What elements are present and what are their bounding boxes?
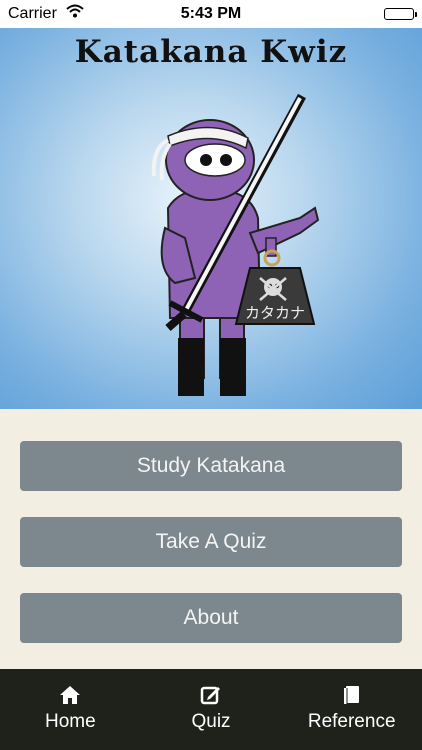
tab-reference-label: Reference [307, 711, 396, 732]
take-quiz-button[interactable]: Take A Quiz [20, 517, 402, 567]
tab-quiz-label: Quiz [191, 711, 231, 732]
study-katakana-button[interactable]: Study Katakana [20, 441, 402, 491]
tab-quiz[interactable]: Quiz [141, 669, 282, 750]
hero-banner: Katakana Kwiz カタカナ [0, 28, 422, 409]
status-time: 5:43 PM [180, 5, 242, 22]
tab-home[interactable]: Home [0, 669, 141, 750]
tab-bar: Home Quiz Reference [0, 669, 422, 750]
ninja-illustration: カタカナ [151, 93, 320, 396]
app-title: Katakana Kwiz [74, 34, 348, 70]
book-icon [342, 685, 362, 707]
main-menu: Study Katakana Take A Quiz About [20, 441, 402, 669]
status-bar: Carrier 5:43 PM [0, 0, 422, 28]
tab-reference[interactable]: Reference [281, 669, 422, 750]
tab-home-label: Home [44, 711, 96, 732]
battery-icon [384, 8, 417, 20]
weight-label: カタカナ [245, 304, 305, 322]
edit-icon [200, 685, 222, 707]
about-button[interactable]: About [20, 593, 402, 643]
home-icon [59, 685, 81, 707]
